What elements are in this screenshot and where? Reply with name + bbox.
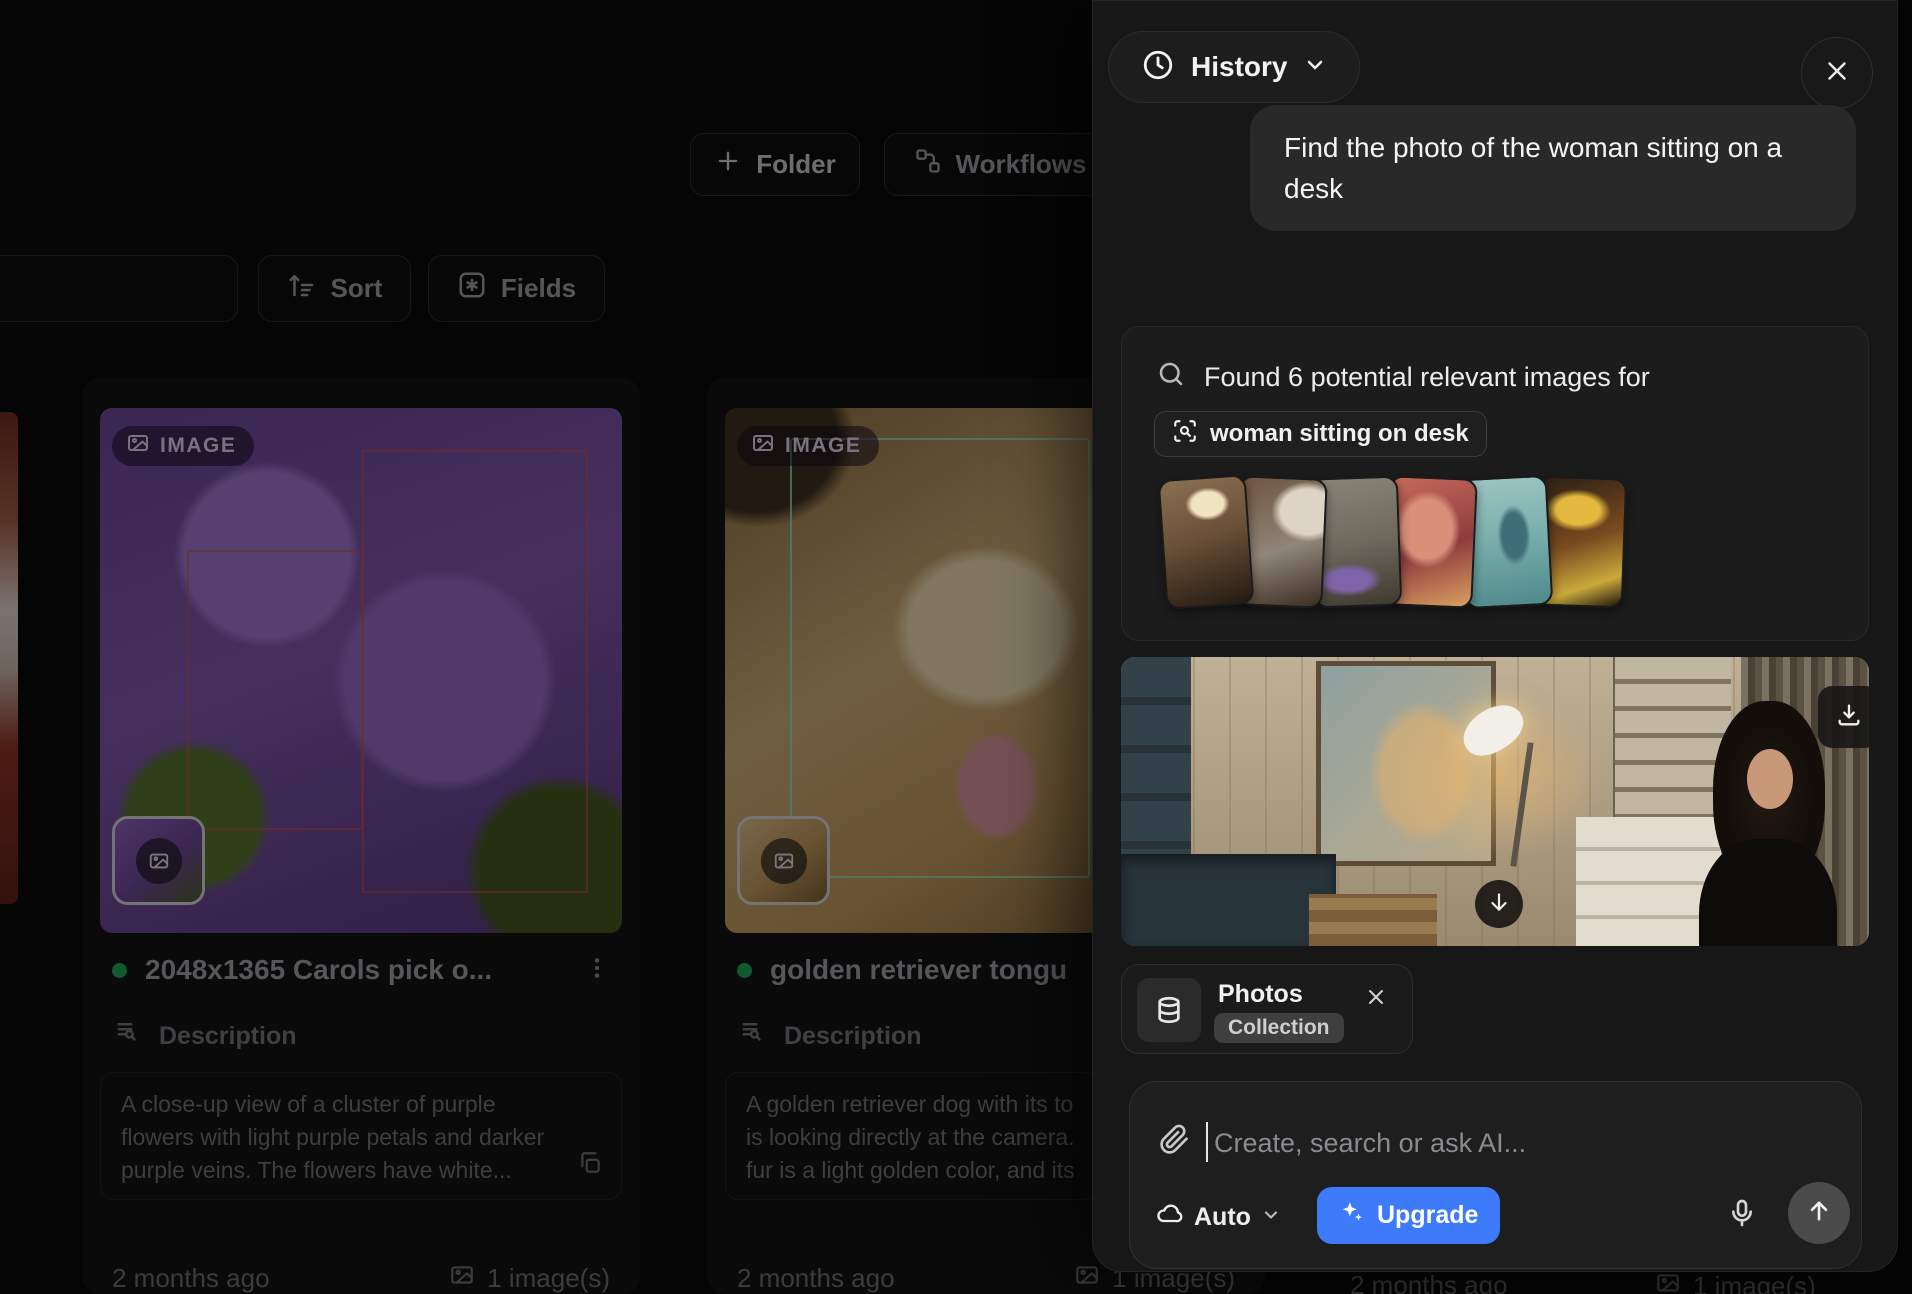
- text-search-icon: [740, 1018, 770, 1055]
- image-icon: [1074, 1262, 1100, 1294]
- card-age: 2 months ago: [112, 1263, 270, 1294]
- image-icon: [126, 431, 150, 461]
- annotation-box: [790, 438, 1090, 878]
- results-summary-text: Found 6 potential relevant images for: [1204, 362, 1650, 393]
- sort-button-label: Sort: [331, 273, 383, 304]
- app-window: Sort Fields Folder Workflows IMAGE: [0, 0, 1912, 1294]
- plus-icon: [714, 147, 742, 182]
- description-field-label: Description: [159, 1022, 297, 1051]
- image-icon: [1655, 1270, 1681, 1294]
- collection-name: Photos: [1218, 980, 1303, 1009]
- image-icon: [449, 1262, 475, 1294]
- close-icon: [1822, 56, 1852, 91]
- best-match-photo[interactable]: [1121, 657, 1869, 946]
- cloud-icon: [1156, 1200, 1184, 1235]
- history-dropdown[interactable]: History: [1108, 31, 1360, 103]
- card-image-count: 1 image(s): [449, 1262, 610, 1294]
- text-cursor: [1206, 1122, 1208, 1162]
- card-image-count: 1 image(s): [1655, 1270, 1816, 1294]
- image-icon: [136, 838, 182, 884]
- results-summary: Found 6 potential relevant images for: [1156, 359, 1650, 396]
- scroll-down-button[interactable]: [1475, 880, 1523, 928]
- asterisk-square-icon: [457, 270, 487, 307]
- workflows-button[interactable]: Workflows: [884, 133, 1116, 196]
- image-icon: [761, 838, 807, 884]
- card-age: 2 months ago: [1350, 1270, 1508, 1294]
- upgrade-button[interactable]: Upgrade: [1317, 1187, 1500, 1244]
- annotation-box: [187, 550, 363, 830]
- kebab-menu-icon[interactable]: [584, 955, 610, 986]
- card-age: 2 months ago: [737, 1263, 895, 1294]
- search-icon: [1156, 359, 1186, 396]
- sparkles-icon: [1339, 1199, 1365, 1232]
- arrow-up-icon: [1805, 1197, 1833, 1230]
- workflows-button-label: Workflows: [956, 149, 1087, 180]
- image-type-badge-label: IMAGE: [160, 434, 236, 458]
- user-message-bubble: Find the photo of the woman sitting on a…: [1250, 105, 1856, 231]
- attachment-icon[interactable]: [1158, 1124, 1190, 1161]
- history-dropdown-label: History: [1191, 51, 1287, 83]
- variant-thumbnail[interactable]: [112, 816, 205, 905]
- send-button[interactable]: [1788, 1182, 1850, 1244]
- image-type-badge: IMAGE: [737, 426, 879, 466]
- scan-search-icon: [1172, 418, 1198, 451]
- search-query-chip[interactable]: woman sitting on desk: [1154, 411, 1487, 457]
- description-text: A close-up view of a cluster of purple f…: [100, 1072, 622, 1200]
- ai-composer[interactable]: Create, search or ask AI... Auto Upgrade: [1129, 1081, 1862, 1269]
- remove-context-icon[interactable]: [1364, 985, 1388, 1014]
- model-mode-label: Auto: [1194, 1203, 1251, 1232]
- database-icon: [1137, 978, 1201, 1042]
- search-query-chip-label: woman sitting on desk: [1210, 420, 1469, 448]
- sort-ascending-icon: [287, 270, 317, 307]
- image-icon: [751, 431, 775, 461]
- status-dot: [737, 963, 752, 978]
- context-collection-chip[interactable]: Photos Collection: [1121, 964, 1413, 1054]
- download-icon: [1835, 701, 1863, 734]
- chevron-down-icon: [1261, 1203, 1281, 1232]
- card-title: 2048x1365 Carols pick o...: [145, 954, 566, 986]
- collection-type-badge: Collection: [1214, 1013, 1344, 1043]
- upgrade-button-label: Upgrade: [1377, 1201, 1478, 1230]
- status-dot: [112, 963, 127, 978]
- annotation-box: [362, 450, 588, 893]
- fields-button[interactable]: Fields: [428, 255, 605, 322]
- arrow-down-icon: [1486, 889, 1512, 920]
- ai-assistant-panel: History Find the photo of the woman sitt…: [1092, 0, 1898, 1272]
- asset-card-flowers[interactable]: IMAGE 2048x1365 Carols pick o... Descrip…: [82, 378, 640, 1294]
- download-button[interactable]: [1818, 686, 1869, 748]
- description-field-label: Description: [784, 1022, 922, 1051]
- search-box-partial[interactable]: [0, 255, 238, 322]
- chevron-down-icon: [1303, 53, 1327, 82]
- image-type-badge: IMAGE: [112, 426, 254, 466]
- clock-icon: [1141, 48, 1175, 87]
- result-thumbnail[interactable]: [1158, 474, 1255, 610]
- add-folder-button[interactable]: Folder: [690, 133, 860, 196]
- composer-input[interactable]: Create, search or ask AI...: [1214, 1128, 1526, 1159]
- text-search-icon: [115, 1018, 145, 1055]
- search-results-card: Found 6 potential relevant images for wo…: [1121, 326, 1869, 641]
- sort-button[interactable]: Sort: [258, 255, 411, 322]
- image-type-badge-label: IMAGE: [785, 434, 861, 458]
- result-thumbnails: [1162, 477, 1612, 607]
- close-panel-button[interactable]: [1801, 37, 1873, 109]
- copy-icon[interactable]: [577, 1150, 603, 1185]
- variant-thumbnail[interactable]: [737, 816, 830, 905]
- workflow-icon: [914, 147, 942, 182]
- fields-button-label: Fields: [501, 273, 576, 304]
- model-mode-selector[interactable]: Auto: [1156, 1200, 1281, 1235]
- adjacent-card-edge: [0, 412, 18, 904]
- add-folder-button-label: Folder: [756, 149, 835, 180]
- microphone-icon[interactable]: [1726, 1197, 1758, 1234]
